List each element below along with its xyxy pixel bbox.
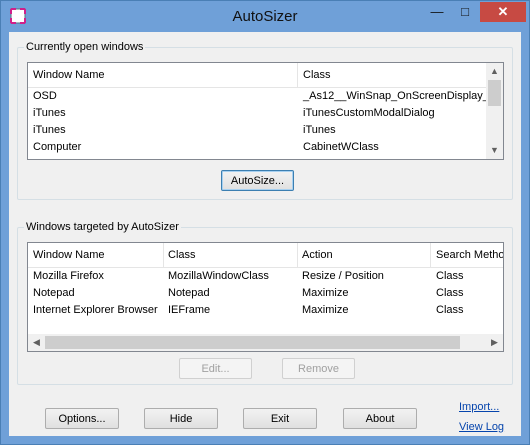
action-cell: Resize / Position [302,270,384,282]
client-area: Currently open windows Window Name Class… [9,32,521,436]
targeted-windows-group-title: Windows targeted by AutoSizer [24,221,181,233]
column-header-class[interactable]: Class [163,243,298,267]
search-method-cell: Class [436,270,464,282]
action-cell: Maximize [302,287,349,299]
list-item[interactable]: OSD _As12__WinSnap_OnScreenDisplay_ [28,88,486,105]
column-header-window-name[interactable]: Window Name [28,63,298,87]
maximize-button[interactable]: □ [452,2,478,22]
window-name-cell: Computer [33,141,82,153]
search-method-cell: Class [436,287,464,299]
class-cell: _As12__WinSnap_OnScreenDisplay_ [303,90,486,102]
scroll-left-icon[interactable]: ◀ [28,334,45,351]
minimize-button[interactable]: — [424,2,450,22]
table-row[interactable]: Notepad Notepad Maximize Class [28,285,503,302]
scroll-right-icon[interactable]: ▶ [486,334,503,351]
list-item[interactable]: Computer CabinetWClass [28,139,486,156]
autosize-button[interactable]: AutoSize... [221,170,294,191]
search-method-cell: Class [436,304,464,316]
open-windows-list[interactable]: Window Name Class OSD _As12__WinSnap_OnS… [27,62,504,160]
import-link[interactable]: Import... [459,401,499,413]
vertical-scrollbar[interactable]: ▲ ▼ [486,63,503,159]
autosizer-window: AutoSizer — □ ✕ Currently open windows W… [0,0,530,445]
class-cell: IEFrame [168,304,211,316]
targeted-windows-group: Windows targeted by AutoSizer Window Nam… [17,221,513,385]
column-header-action[interactable]: Action [297,243,431,267]
title-bar[interactable]: AutoSizer — □ ✕ [1,1,529,32]
remove-button[interactable]: Remove [282,358,355,379]
list-item[interactable]: iTunes iTunes [28,122,486,139]
window-name-cell: iTunes [33,124,66,136]
close-button[interactable]: ✕ [480,2,526,22]
scroll-up-icon[interactable]: ▲ [486,63,503,80]
options-button[interactable]: Options... [45,408,119,429]
column-header-search-method[interactable]: Search Metho [431,243,503,267]
table-row[interactable]: Mozilla Firefox MozillaWindowClass Resiz… [28,268,503,285]
scroll-thumb[interactable] [488,80,501,106]
window-name-cell: Mozilla Firefox [33,270,104,282]
list-item[interactable]: iTunes iTunesCustomModalDialog [28,105,486,122]
scroll-thumb[interactable] [45,336,460,349]
class-cell: CabinetWClass [303,141,379,153]
class-cell: MozillaWindowClass [168,270,269,282]
class-cell: iTunesCustomModalDialog [303,107,435,119]
about-button[interactable]: About [343,408,417,429]
window-name-cell: Notepad [33,287,75,299]
column-header-class[interactable]: Class [298,63,486,87]
class-cell: iTunes [303,124,336,136]
exit-button[interactable]: Exit [243,408,317,429]
horizontal-scrollbar[interactable]: ◀ ▶ [28,334,503,351]
hide-button[interactable]: Hide [144,408,218,429]
open-windows-list-header: Window Name Class [28,63,486,88]
edit-button[interactable]: Edit... [179,358,252,379]
open-windows-group: Currently open windows Window Name Class… [17,41,513,200]
window-name-cell: iTunes [33,107,66,119]
column-header-window-name[interactable]: Window Name [28,243,164,267]
window-name-cell: Internet Explorer Browser [33,304,158,316]
targeted-windows-list[interactable]: Window Name Class Action Search Metho Mo… [27,242,504,352]
action-cell: Maximize [302,304,349,316]
targeted-windows-list-header: Window Name Class Action Search Metho [28,243,503,268]
view-log-link[interactable]: View Log [459,421,504,433]
window-name-cell: OSD [33,90,57,102]
class-cell: Notepad [168,287,210,299]
table-row[interactable]: Internet Explorer Browser IEFrame Maximi… [28,302,503,319]
open-windows-group-title: Currently open windows [24,41,146,53]
scroll-down-icon[interactable]: ▼ [486,142,503,159]
